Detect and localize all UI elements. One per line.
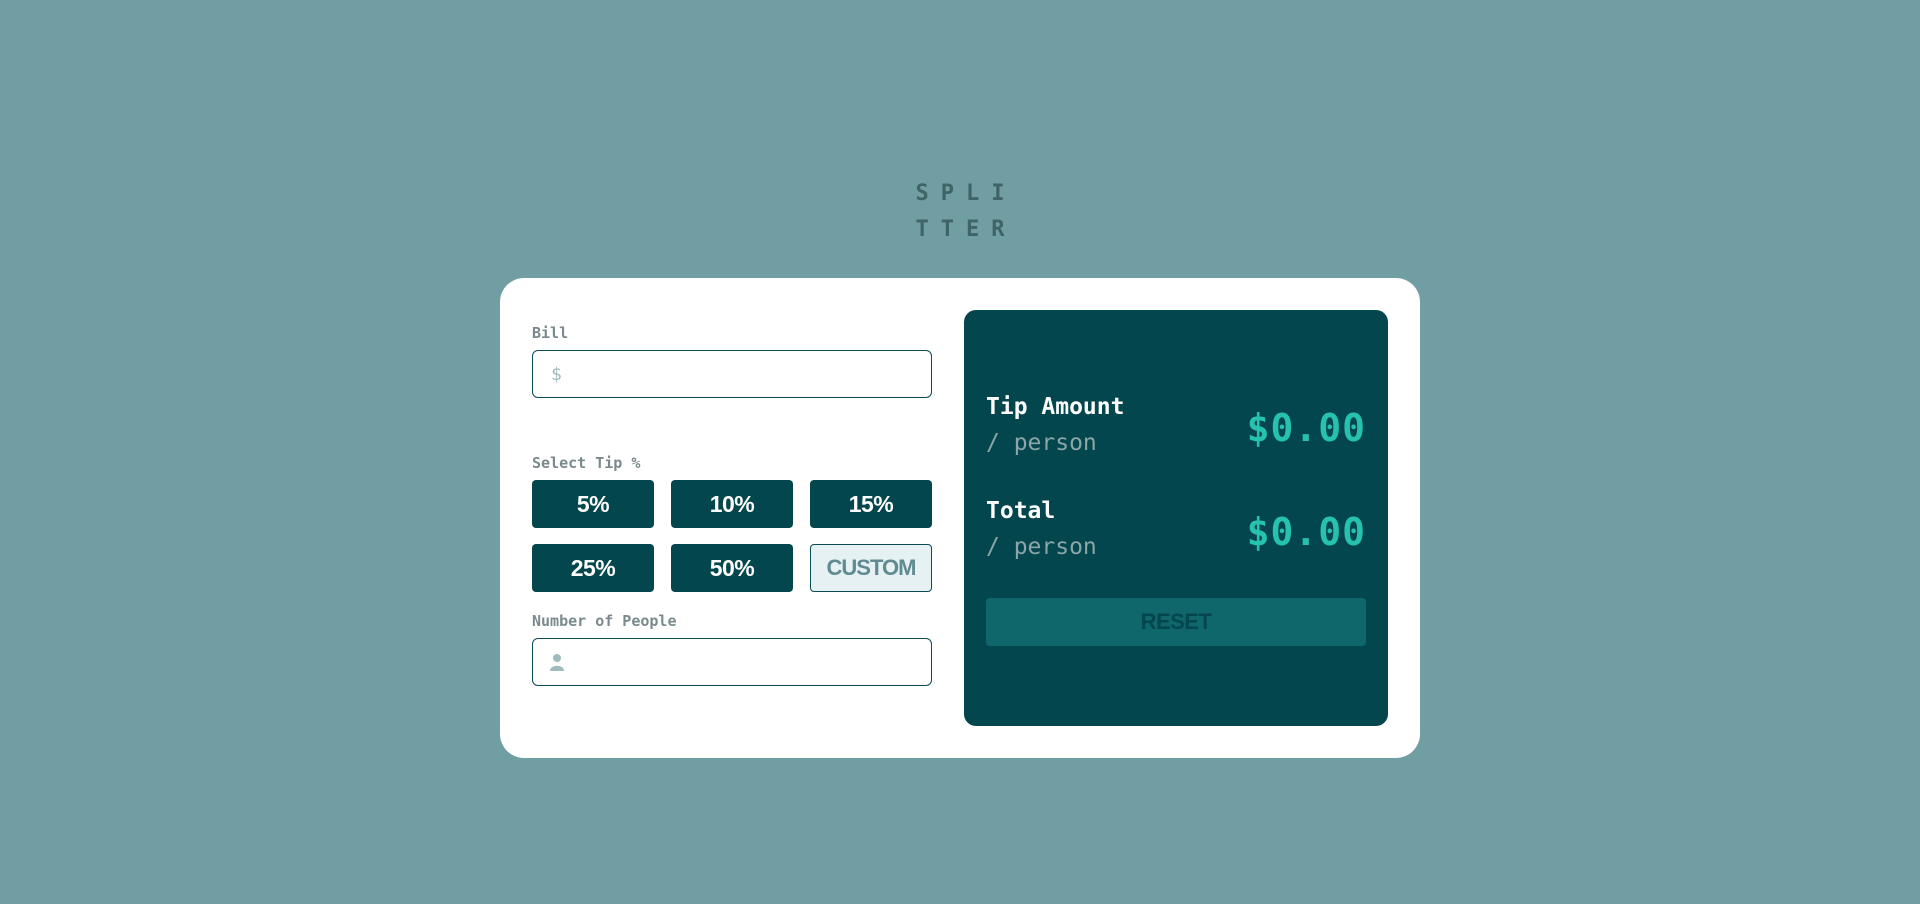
tip-15-button[interactable]: 15% [810, 480, 932, 528]
total-value: $0.00 [1246, 510, 1366, 554]
tip-amount-per-person-label: / person [986, 430, 1097, 456]
tip-amount-value: $0.00 [1246, 406, 1366, 450]
people-field-container [532, 638, 932, 686]
tip-25-button[interactable]: 25% [532, 544, 654, 592]
tip-amount-label: Tip Amount [986, 394, 1125, 420]
reset-button[interactable]: RESET [986, 598, 1366, 646]
bill-input[interactable] [577, 359, 917, 389]
logo-line-2: TTER [915, 217, 1017, 242]
bill-label: Bill [532, 324, 569, 342]
select-tip-label: Select Tip % [532, 454, 641, 472]
logo-line-1: SPLI [915, 181, 1017, 206]
app-logo: SPLI TTER [900, 176, 1020, 248]
total-label: Total [986, 498, 1056, 524]
tip-5-button[interactable]: 5% [532, 480, 654, 528]
tip-10-button[interactable]: 10% [671, 480, 793, 528]
people-input[interactable] [577, 647, 917, 677]
calculator-card: Bill $ Select Tip % 5% 10% 15% 25% 50% C… [500, 278, 1420, 758]
person-icon [550, 653, 564, 676]
tip-50-button[interactable]: 50% [671, 544, 793, 592]
results-panel: Tip Amount / person $0.00 Total / person… [964, 310, 1388, 726]
bill-field-container: $ [532, 350, 932, 398]
total-per-person-label: / person [986, 534, 1097, 560]
dollar-icon: $ [551, 364, 562, 385]
people-label: Number of People [532, 612, 677, 630]
tip-custom-button[interactable]: CUSTOM [810, 544, 932, 592]
